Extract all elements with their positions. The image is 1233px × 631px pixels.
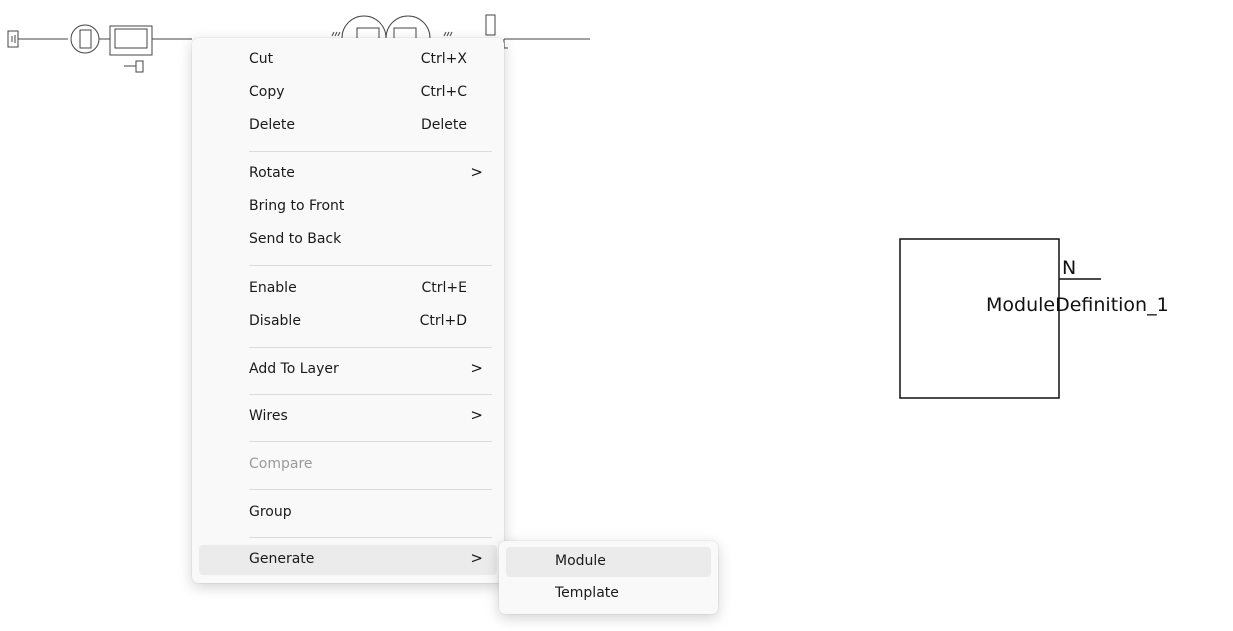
menu-item-label: Group (249, 504, 292, 520)
menu-separator (249, 537, 492, 538)
submenu-item-module[interactable]: Module (506, 547, 711, 577)
chevron-right-icon: > (470, 406, 483, 424)
chevron-right-icon: > (470, 549, 483, 567)
menu-item-send-to-back[interactable]: Send to Back (199, 225, 497, 255)
menu-item-label: Template (555, 585, 619, 601)
context-menu: Cut Ctrl+X Copy Ctrl+C Delete Delete Rot… (192, 38, 504, 583)
menu-item-add-to-layer[interactable]: Add To Layer > (199, 355, 497, 385)
menu-item-delete[interactable]: Delete Delete (199, 111, 497, 141)
menu-item-label: Bring to Front (249, 198, 345, 214)
menu-separator (249, 347, 492, 348)
menu-item-shortcut: Ctrl+X (420, 51, 467, 67)
module-name-label: ModuleDefinition_1 (986, 294, 1169, 316)
menu-item-wires[interactable]: Wires > (199, 402, 497, 432)
menu-item-label: Cut (249, 51, 274, 67)
menu-item-label: Add To Layer (249, 361, 339, 377)
menu-item-shortcut: Delete (421, 117, 467, 133)
menu-item-label: Delete (249, 117, 295, 133)
module-port-label: N (1062, 257, 1077, 279)
menu-item-label: Copy (249, 84, 285, 100)
menu-item-label: Wires (249, 408, 288, 424)
menu-item-compare: Compare (199, 450, 497, 480)
menu-item-label: Disable (249, 313, 301, 329)
menu-separator (249, 151, 492, 152)
menu-separator (249, 441, 492, 442)
menu-item-copy[interactable]: Copy Ctrl+C (199, 78, 497, 108)
menu-item-label: Enable (249, 280, 297, 296)
menu-item-shortcut: Ctrl+D (419, 313, 467, 329)
menu-separator (249, 489, 492, 490)
circuit-fragment-left[interactable] (7, 24, 192, 73)
menu-item-label: Compare (249, 456, 313, 472)
terminal-symbol (485, 14, 496, 36)
chevron-right-icon: > (470, 359, 483, 377)
submenu-item-template[interactable]: Template (506, 579, 711, 609)
menu-item-enable[interactable]: Enable Ctrl+E (199, 274, 497, 304)
menu-item-label: Rotate (249, 165, 295, 181)
menu-item-disable[interactable]: Disable Ctrl+D (199, 307, 497, 337)
menu-item-label: Module (555, 553, 606, 569)
menu-separator (249, 394, 492, 395)
generate-submenu: Module Template (499, 541, 718, 614)
menu-item-shortcut: Ctrl+E (421, 280, 468, 296)
meter-symbol (70, 24, 100, 54)
chevron-right-icon: > (470, 163, 483, 181)
coil-symbol-2 (385, 15, 431, 39)
menu-item-generate[interactable]: Generate > (199, 545, 497, 575)
module-box (899, 238, 1060, 399)
transformer-symbol (109, 25, 153, 56)
menu-separator (249, 265, 492, 266)
menu-item-group[interactable]: Group (199, 498, 497, 528)
menu-item-rotate[interactable]: Rotate > (199, 159, 497, 189)
menu-item-shortcut: Ctrl+C (420, 84, 467, 100)
menu-item-label: Generate (249, 551, 315, 567)
menu-item-label: Send to Back (249, 231, 342, 247)
source-symbol (7, 30, 19, 48)
menu-item-bring-to-front[interactable]: Bring to Front (199, 192, 497, 222)
menu-item-cut[interactable]: Cut Ctrl+X (199, 45, 497, 75)
